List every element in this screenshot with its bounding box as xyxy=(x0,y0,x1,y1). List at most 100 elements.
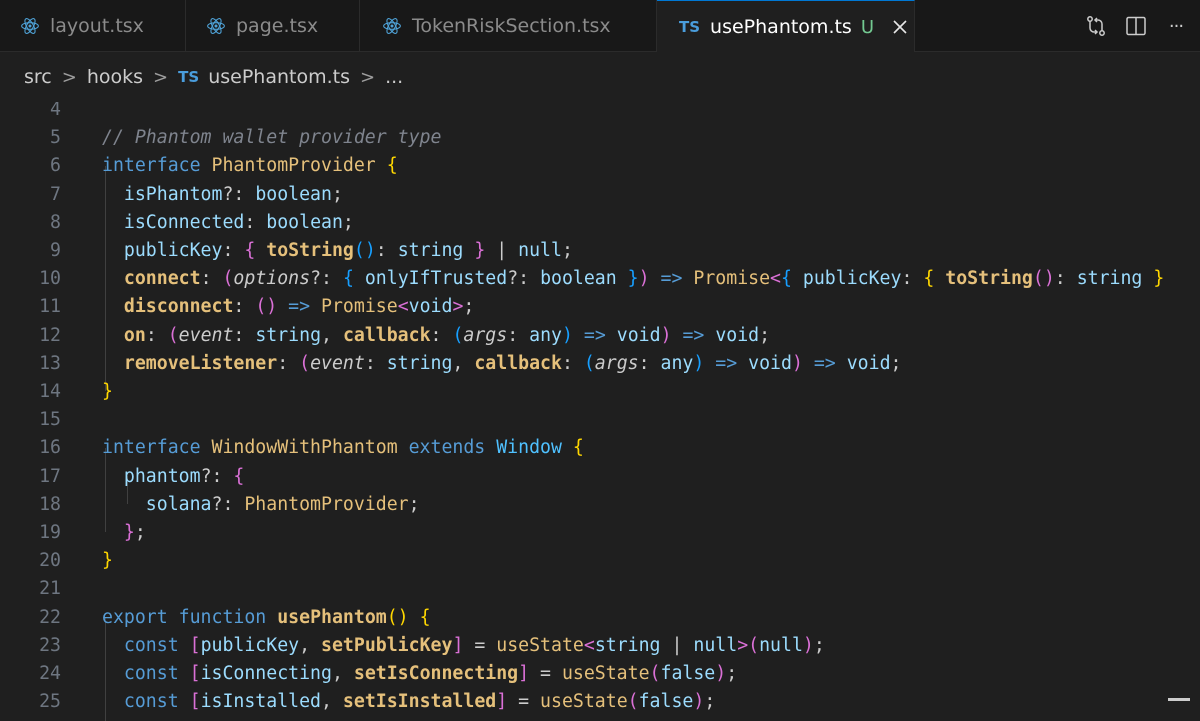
code-token: usePhantom xyxy=(277,606,387,628)
code-token: ) xyxy=(693,691,705,713)
code-token: null xyxy=(759,634,803,656)
tab-page[interactable]: page.tsx xyxy=(186,0,360,52)
code-token: ; xyxy=(726,663,738,684)
tab-label: page.tsx xyxy=(236,15,319,37)
code-token: : xyxy=(233,324,256,346)
breadcrumb-item-symbol[interactable]: ... xyxy=(385,66,403,88)
code-line[interactable]: 12 on: (event: string, callback: (args: … xyxy=(0,322,1200,350)
code-token: Window xyxy=(496,437,562,459)
code-token: void xyxy=(616,324,661,346)
tab-use-phantom[interactable]: TS usePhantom.ts U xyxy=(657,0,915,53)
code-line[interactable]: 25 const [isInstalled, setIsInstalled] =… xyxy=(0,688,1200,716)
tab-token-risk-section[interactable]: TokenRiskSection.tsx xyxy=(360,0,657,52)
code-line[interactable]: 26 xyxy=(0,716,1200,721)
code-token: PhantomProvider xyxy=(211,155,376,177)
code-line[interactable]: 5 // Phantom wallet provider type xyxy=(0,124,1200,152)
more-actions-button[interactable]: ··· xyxy=(1156,6,1196,46)
code-token: () xyxy=(353,240,376,261)
breadcrumb-item-src[interactable]: src xyxy=(24,66,52,88)
code-token: ; xyxy=(890,352,902,374)
line-number: 12 xyxy=(39,324,61,346)
chevron-right-icon: > xyxy=(61,66,77,88)
code-token: publicKey xyxy=(102,240,223,261)
code-text: interface WindowWithPhantom extends Wind… xyxy=(102,434,584,462)
code-token: ( xyxy=(627,691,639,713)
line-number: 21 xyxy=(39,578,61,600)
code-line[interactable]: 20} xyxy=(0,547,1200,575)
code-editor[interactable]: 4 5 // Phantom wallet provider type 6 interf… xyxy=(0,102,1200,721)
typescript-icon: TS xyxy=(178,68,200,86)
code-token: [ xyxy=(189,634,201,656)
code-line[interactable]: 11 disconnect: () => Promise<void>; xyxy=(0,293,1200,321)
code-token: WindowWithPhantom xyxy=(211,437,398,459)
code-line[interactable]: 19 }; xyxy=(0,519,1200,547)
close-icon[interactable] xyxy=(892,19,908,35)
code-line[interactable]: 18 solana?: PhantomProvider; xyxy=(0,491,1200,519)
code-line[interactable]: 17 phantom?: { xyxy=(0,463,1200,491)
split-editor-icon xyxy=(1126,16,1146,36)
code-token: ) xyxy=(638,268,650,290)
line-number: 7 xyxy=(50,183,61,205)
code-line[interactable]: 21 xyxy=(0,575,1200,603)
code-line[interactable]: 10 connect: (options?: { onlyIfTrusted?:… xyxy=(0,265,1200,293)
line-number: 26 xyxy=(0,716,61,721)
code-token: setIsConnecting xyxy=(353,663,519,684)
scrollbar-marker[interactable] xyxy=(1168,698,1190,701)
code-line[interactable]: 15 xyxy=(0,406,1200,434)
code-token: : xyxy=(638,352,661,374)
code-line[interactable]: 4 xyxy=(0,102,1200,124)
code-token: : xyxy=(901,268,924,290)
line-number: 9 xyxy=(50,240,61,261)
code-token: ( xyxy=(167,324,179,346)
code-token: const xyxy=(102,691,190,713)
code-line[interactable]: 13 removeListener: (event: string, callb… xyxy=(0,350,1200,378)
code-token: null xyxy=(518,240,562,261)
code-token: ?: xyxy=(222,183,256,205)
code-token: , xyxy=(321,691,343,713)
line-number: 8 xyxy=(50,211,61,233)
code-token: : xyxy=(277,352,300,374)
code-token: string xyxy=(386,352,453,374)
code-token: const xyxy=(102,663,190,684)
breadcrumb-item-file[interactable]: usePhantom.ts xyxy=(208,66,350,88)
code-line[interactable]: 16 interface WindowWithPhantom extends Wi… xyxy=(0,434,1200,462)
code-token: ( xyxy=(649,663,661,684)
code-token: { xyxy=(233,465,245,487)
code-token: ; xyxy=(134,522,146,543)
code-text: }; xyxy=(102,519,146,547)
code-token: : xyxy=(200,268,223,290)
code-token: ?: xyxy=(200,465,234,487)
code-token: publicKey xyxy=(791,268,902,290)
code-token: { xyxy=(923,268,935,290)
breadcrumb-item-hooks[interactable]: hooks xyxy=(87,66,143,88)
code-token: => xyxy=(572,324,617,346)
code-token: } xyxy=(123,522,135,543)
code-token: = xyxy=(529,663,562,684)
code-token: < xyxy=(583,634,595,656)
tab-layout[interactable]: layout.tsx xyxy=(0,0,186,52)
line-number: 13 xyxy=(39,352,61,374)
code-line[interactable]: 6 interface PhantomProvider { xyxy=(0,152,1200,180)
code-line[interactable]: 7 isPhantom?: boolean; xyxy=(0,181,1200,209)
code-line[interactable]: 24 const [isConnecting, setIsConnecting]… xyxy=(0,660,1200,688)
code-token: isInstalled xyxy=(200,691,322,713)
code-line[interactable]: 8 isConnected: boolean; xyxy=(0,209,1200,237)
code-token: callback xyxy=(474,352,562,374)
code-token: export xyxy=(102,606,179,628)
code-line[interactable]: 14} xyxy=(0,378,1200,406)
code-line[interactable]: 9 publicKey: { toString(): string } | nu… xyxy=(0,237,1200,265)
code-token: , xyxy=(321,324,343,346)
compare-changes-button[interactable] xyxy=(1076,6,1116,46)
code-token: : xyxy=(430,324,453,346)
code-line[interactable]: 22 export function usePhantom() { xyxy=(0,604,1200,632)
code-token: ) xyxy=(561,324,573,346)
code-text: on: (event: string, callback: (args: any… xyxy=(102,322,770,350)
split-editor-button[interactable] xyxy=(1116,6,1156,46)
code-token: ; xyxy=(331,183,343,205)
code-text: disconnect: () => Promise<void>; xyxy=(102,293,474,321)
code-token: : xyxy=(561,352,584,374)
code-line[interactable]: 23 const [publicKey, setPublicKey] = use… xyxy=(0,632,1200,660)
code-token: null xyxy=(693,634,738,656)
